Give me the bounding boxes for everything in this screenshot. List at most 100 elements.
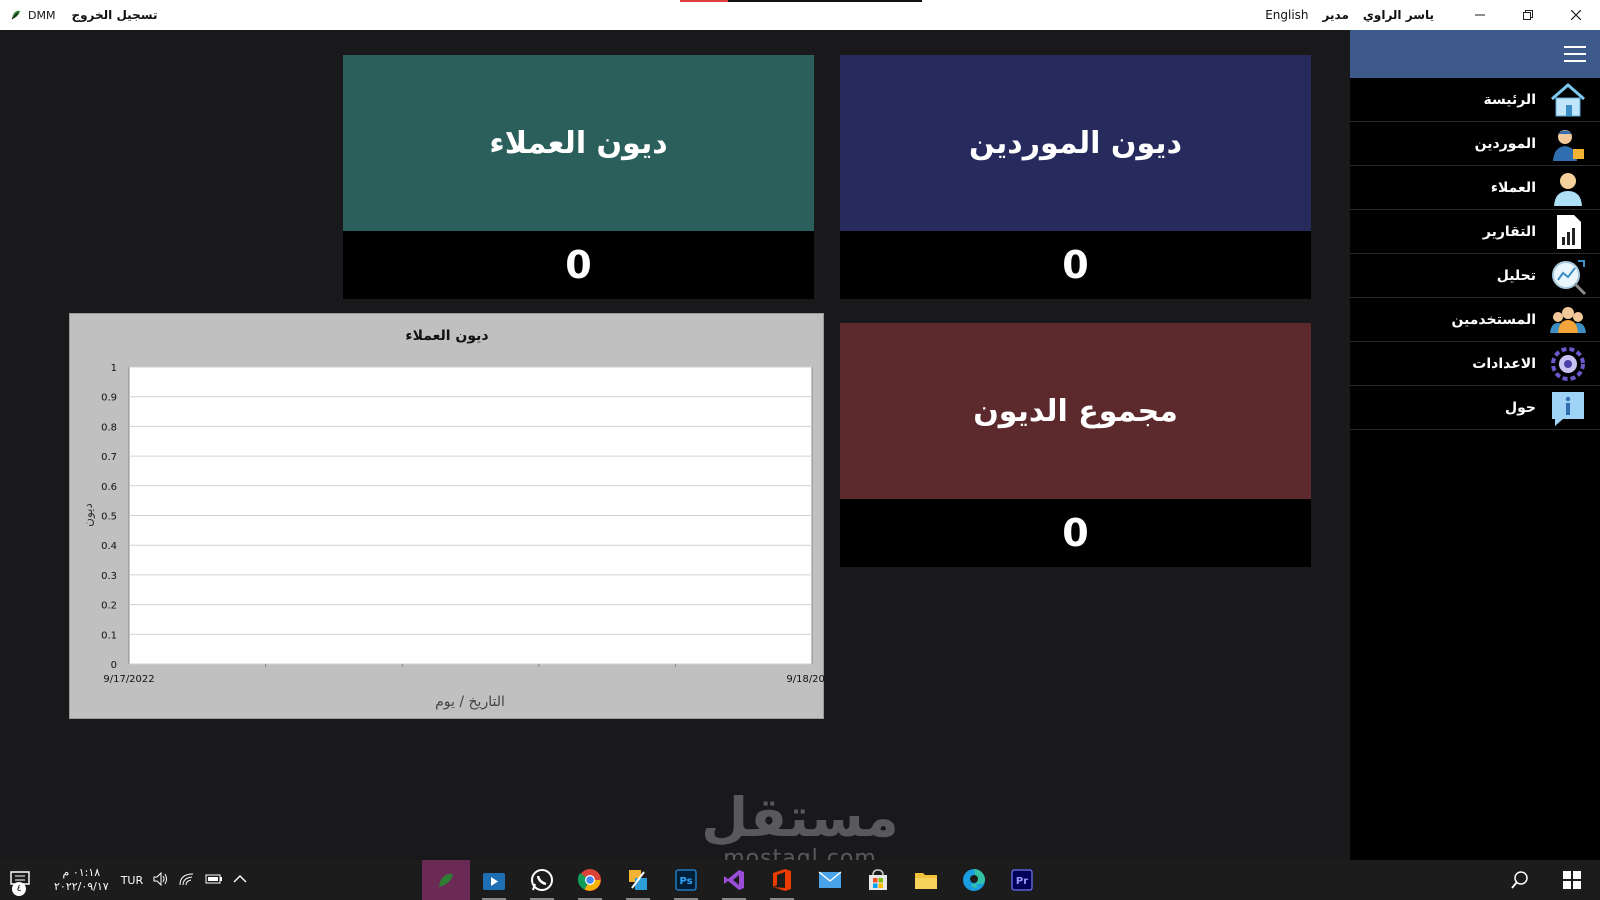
- whatsapp-icon: [531, 869, 553, 891]
- sidebar-item-label: تحليل: [1496, 267, 1536, 284]
- customers-debt-value: 0: [565, 243, 592, 287]
- title-accent-line: [680, 0, 922, 2]
- customer-icon: [1548, 168, 1588, 208]
- chevron-up-icon[interactable]: [233, 873, 247, 887]
- sidebar-header: [1350, 30, 1600, 78]
- total-debt-card: مجموع الديون 0: [840, 323, 1311, 567]
- taskbar-date: ٢٠٢٢/٠٩/١٧: [54, 880, 109, 893]
- store-icon: [869, 869, 887, 890]
- sidebar-item-label: التقارير: [1482, 223, 1536, 240]
- sidebar-item-label: المستخدمين: [1451, 311, 1536, 328]
- y-tick-label: 0: [111, 660, 117, 671]
- taskbar-app-edge[interactable]: [950, 860, 998, 900]
- sidebar: الرئيسة الموردين العملاء التقارير تحليل …: [1350, 30, 1600, 860]
- user-role: مدير: [1322, 8, 1349, 22]
- search-button[interactable]: [1496, 860, 1544, 900]
- watermark: مستقل mostaql.com: [690, 788, 910, 870]
- taskbar-app-photoshop[interactable]: Ps: [662, 860, 710, 900]
- user-name: ياسر الراوي: [1362, 8, 1434, 22]
- sidebar-item-customers[interactable]: العملاء: [1350, 166, 1600, 210]
- suppliers-debt-card-header: ديون الموردين: [840, 55, 1311, 231]
- keyboard-language[interactable]: TUR: [121, 874, 143, 887]
- taskbar-app-visual-studio[interactable]: [710, 860, 758, 900]
- watermark-arabic: مستقل: [701, 786, 899, 849]
- suppliers-debt-value-panel: 0: [840, 231, 1311, 299]
- sidebar-item-suppliers[interactable]: الموردين: [1350, 122, 1600, 166]
- chart-svg: ديون العملاء 0 0.1 0.2 0.3 0.4 0.5 0.6 0.7 0.8 0.…: [81, 328, 825, 710]
- wifi-icon[interactable]: [179, 872, 195, 889]
- app-logo-icon: [10, 6, 22, 25]
- sidebar-item-reports[interactable]: التقارير: [1350, 210, 1600, 254]
- sidebar-item-label: حول: [1504, 399, 1536, 416]
- language-switch-link[interactable]: English: [1265, 8, 1308, 22]
- total-debt-value-panel: 0: [840, 499, 1311, 567]
- sidebar-item-home[interactable]: الرئيسة: [1350, 78, 1600, 122]
- folder-icon: [915, 873, 937, 889]
- taskbar-app-mail[interactable]: [806, 860, 854, 900]
- y-tick-label: 0.5: [101, 512, 117, 523]
- customers-debt-value-panel: 0: [343, 231, 814, 299]
- taskbar-app-explorer[interactable]: [902, 860, 950, 900]
- sidebar-item-about[interactable]: حول: [1350, 386, 1600, 430]
- suppliers-debt-title: ديون الموردين: [969, 125, 1182, 161]
- info-icon: [1548, 388, 1588, 428]
- sidebar-item-users[interactable]: المستخدمين: [1350, 298, 1600, 342]
- mail-icon: [818, 871, 842, 888]
- users-icon: [1548, 300, 1588, 340]
- edge-icon: [963, 869, 985, 891]
- taskbar-app-dmm[interactable]: [422, 860, 470, 900]
- customers-debt-card: ديون العملاء 0: [343, 55, 814, 299]
- logout-button[interactable]: تسجيل الخروج: [71, 8, 157, 22]
- y-tick-labels: 0 0.1 0.2 0.3 0.4 0.5 0.6 0.7 0.8 0.9 1: [101, 363, 117, 671]
- taskbar: ٤ ٠١:١٨ م ٢٠٢٢/٠٩/١٧ TUR Ps Pr: [0, 860, 1600, 900]
- chrome-icon: [578, 869, 601, 891]
- y-tick-label: 0.4: [101, 541, 117, 552]
- dmm-app-icon: [439, 873, 453, 887]
- customers-debt-card-header: ديون العملاء: [343, 55, 814, 231]
- taskbar-app-snipping[interactable]: [614, 860, 662, 900]
- search-icon: [1511, 871, 1528, 889]
- minimize-button[interactable]: [1456, 0, 1504, 30]
- x-axis-label: التاريخ / يوم: [435, 694, 505, 710]
- y-tick-label: 1: [111, 363, 117, 374]
- y-tick-label: 0.8: [101, 422, 117, 433]
- y-tick-label: 0.7: [101, 452, 117, 463]
- sidebar-item-label: العملاء: [1490, 179, 1536, 196]
- taskbar-app-store[interactable]: [854, 860, 902, 900]
- taskbar-time: ٠١:١٨ م: [62, 866, 101, 879]
- taskbar-app-whatsapp[interactable]: [518, 860, 566, 900]
- notification-center-button[interactable]: ٤: [0, 860, 40, 900]
- supplier-icon: [1548, 124, 1588, 164]
- hamburger-menu-icon[interactable]: [1564, 46, 1586, 62]
- total-debt-card-header: مجموع الديون: [840, 323, 1311, 499]
- suppliers-debt-card: ديون الموردين 0: [840, 55, 1311, 299]
- taskbar-apps: Ps Pr: [422, 860, 1046, 900]
- office-icon: [773, 869, 791, 891]
- customers-debt-title: ديون العملاء: [489, 125, 668, 161]
- close-button[interactable]: [1552, 0, 1600, 30]
- sidebar-item-label: الرئيسة: [1483, 91, 1536, 108]
- restore-button[interactable]: [1504, 0, 1552, 30]
- total-debt-value: 0: [1062, 511, 1089, 555]
- svg-text:Pr: Pr: [1016, 876, 1028, 887]
- y-tick-label: 0.1: [101, 630, 117, 641]
- volume-icon[interactable]: [153, 871, 169, 889]
- battery-icon[interactable]: [205, 873, 223, 888]
- x-tick-labels: 9/17/2022 9/18/2022: [103, 674, 825, 685]
- y-tick-label: 0.6: [101, 482, 117, 493]
- premiere-icon: Pr: [1011, 869, 1033, 891]
- taskbar-app-office[interactable]: [758, 860, 806, 900]
- taskbar-clock[interactable]: ٠١:١٨ م ٢٠٢٢/٠٩/١٧: [54, 866, 109, 894]
- taskbar-app-chrome[interactable]: [566, 860, 614, 900]
- customers-debt-chart: ديون العملاء 0 0.1 0.2 0.3 0.4 0.5 0.6 0.7 0.8 0.…: [69, 313, 825, 719]
- y-tick-label: 0.9: [101, 393, 117, 404]
- sidebar-item-settings[interactable]: الاعدادات: [1350, 342, 1600, 386]
- snipping-tool-icon: [629, 870, 647, 890]
- taskbar-app-video[interactable]: [470, 860, 518, 900]
- sidebar-item-analysis[interactable]: تحليل: [1350, 254, 1600, 298]
- start-button[interactable]: [1544, 860, 1600, 900]
- sidebar-item-label: الموردين: [1474, 135, 1536, 152]
- taskbar-app-premiere[interactable]: Pr: [998, 860, 1046, 900]
- restore-icon: [1523, 10, 1533, 20]
- y-tick-label: 0.3: [101, 571, 117, 582]
